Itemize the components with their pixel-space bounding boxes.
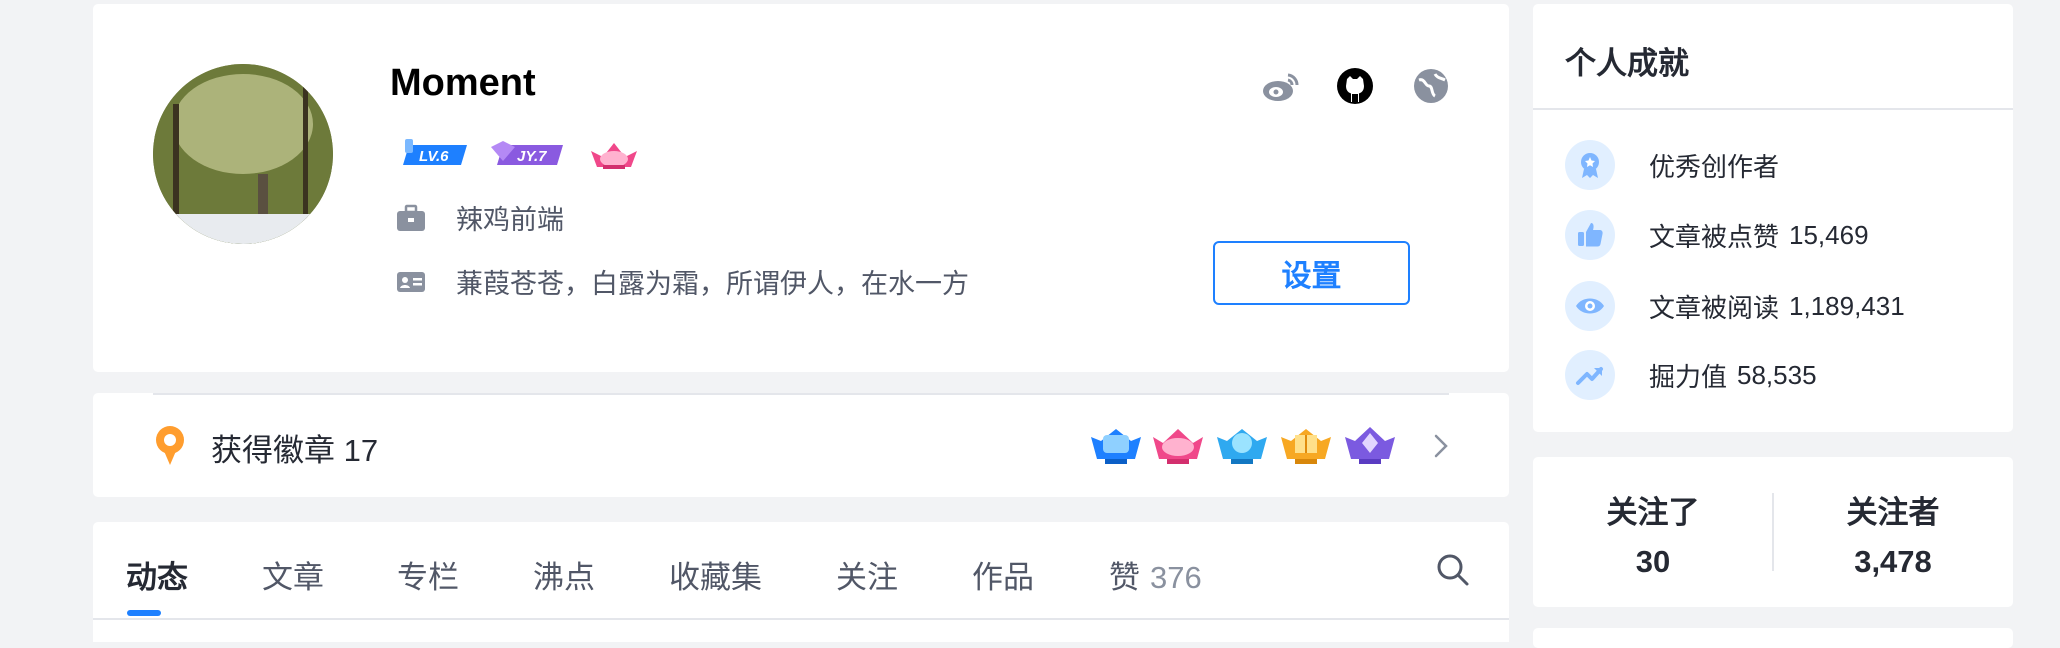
- id-card-icon: [396, 267, 426, 297]
- badge-purple-icon[interactable]: [1343, 423, 1397, 467]
- achievement-label: 掘力值: [1649, 361, 1728, 392]
- next-card: [1533, 628, 2013, 648]
- followers-count: 3,478: [1854, 544, 1932, 579]
- followers-label: 关注者: [1846, 495, 1940, 530]
- tab-articles[interactable]: 文章: [262, 552, 324, 597]
- profile-tabs: 动态 文章 专栏 沸点 收藏集 关注 作品 赞 376: [93, 522, 1509, 642]
- watermelon-badge-icon[interactable]: [589, 137, 639, 171]
- tab-likes-count: 376: [1150, 560, 1202, 595]
- jy-badge[interactable]: JY.7: [489, 137, 565, 171]
- tab-likes[interactable]: 赞 376: [1109, 552, 1202, 597]
- avatar[interactable]: [153, 64, 333, 244]
- tab-columns[interactable]: 专栏: [397, 552, 459, 597]
- company-row: 辣鸡前端: [396, 198, 564, 237]
- achievement-creator: 优秀创作者: [1565, 140, 1779, 190]
- badge-medal-icon: [155, 425, 185, 469]
- github-icon[interactable]: [1335, 66, 1375, 106]
- badges-count-label: 获得徽章 17: [211, 433, 379, 468]
- achievement-label: 文章被阅读: [1649, 292, 1780, 323]
- weibo-icon[interactable]: [1261, 66, 1301, 106]
- profile-card: Moment LV.6 JY.7 辣鸡前端 蒹葭苍苍，白露为霜，所谓伊人，在水一…: [93, 4, 1509, 372]
- achievement-label: 优秀创作者: [1649, 151, 1780, 182]
- trend-up-icon: [1565, 350, 1615, 400]
- badge-watermelon-icon[interactable]: [1151, 423, 1205, 467]
- thumbs-up-icon: [1565, 210, 1615, 260]
- bio-text: 蒹葭苍苍，白露为霜，所谓伊人，在水一方: [456, 269, 969, 299]
- tab-collections[interactable]: 收藏集: [669, 552, 762, 597]
- badge-cyan-icon[interactable]: [1215, 423, 1269, 467]
- eye-icon: [1565, 281, 1615, 331]
- achievement-value: 58,535: [1737, 359, 1817, 390]
- active-tab-indicator: [127, 610, 161, 616]
- company-text: 辣鸡前端: [456, 205, 564, 235]
- level-text: LV.6: [419, 148, 449, 165]
- award-icon: [1565, 140, 1615, 190]
- tab-activity[interactable]: 动态: [126, 552, 188, 597]
- tab-works[interactable]: 作品: [972, 552, 1034, 597]
- badge-blue-icon[interactable]: [1089, 423, 1143, 467]
- achievement-value: 15,469: [1789, 219, 1869, 250]
- achievements-title: 个人成就: [1565, 46, 1689, 81]
- chevron-right-icon[interactable]: [1431, 431, 1451, 461]
- bio-row: 蒹葭苍苍，白露为霜，所谓伊人，在水一方: [396, 262, 969, 301]
- tab-likes-label: 赞: [1109, 560, 1140, 595]
- settings-button[interactable]: 设置: [1213, 241, 1410, 305]
- jy-text: JY.7: [517, 148, 547, 165]
- divider: [153, 393, 1449, 395]
- achievement-reads: 文章被阅读 1,189,431: [1565, 281, 1905, 331]
- globe-icon[interactable]: [1411, 66, 1451, 106]
- tabs-divider: [93, 618, 1509, 620]
- tab-pins[interactable]: 沸点: [533, 552, 595, 597]
- tab-following[interactable]: 关注: [836, 552, 898, 597]
- username: Moment: [390, 62, 536, 104]
- achievements-card: 个人成就 优秀创作者 文章被点赞 15,469 文章被阅读 1,189,431 …: [1533, 4, 2013, 432]
- followers-stat[interactable]: 关注者 3,478: [1773, 487, 2013, 580]
- divider: [1533, 108, 2013, 110]
- achievement-power: 掘力值 58,535: [1565, 350, 1817, 400]
- following-label: 关注了: [1606, 495, 1700, 530]
- search-icon[interactable]: [1435, 552, 1471, 588]
- follow-stats-card: 关注了 30 关注者 3,478: [1533, 457, 2013, 607]
- level-badge[interactable]: LV.6: [401, 137, 469, 171]
- briefcase-icon: [396, 203, 426, 233]
- achievement-label: 文章被点赞: [1649, 221, 1780, 252]
- badges-card[interactable]: 获得徽章 17: [93, 393, 1509, 497]
- following-count: 30: [1635, 544, 1671, 579]
- following-stat[interactable]: 关注了 30: [1533, 487, 1773, 580]
- badge-gold-icon[interactable]: [1279, 423, 1333, 467]
- achievement-value: 1,189,431: [1789, 290, 1905, 321]
- achievement-likes: 文章被点赞 15,469: [1565, 210, 1869, 260]
